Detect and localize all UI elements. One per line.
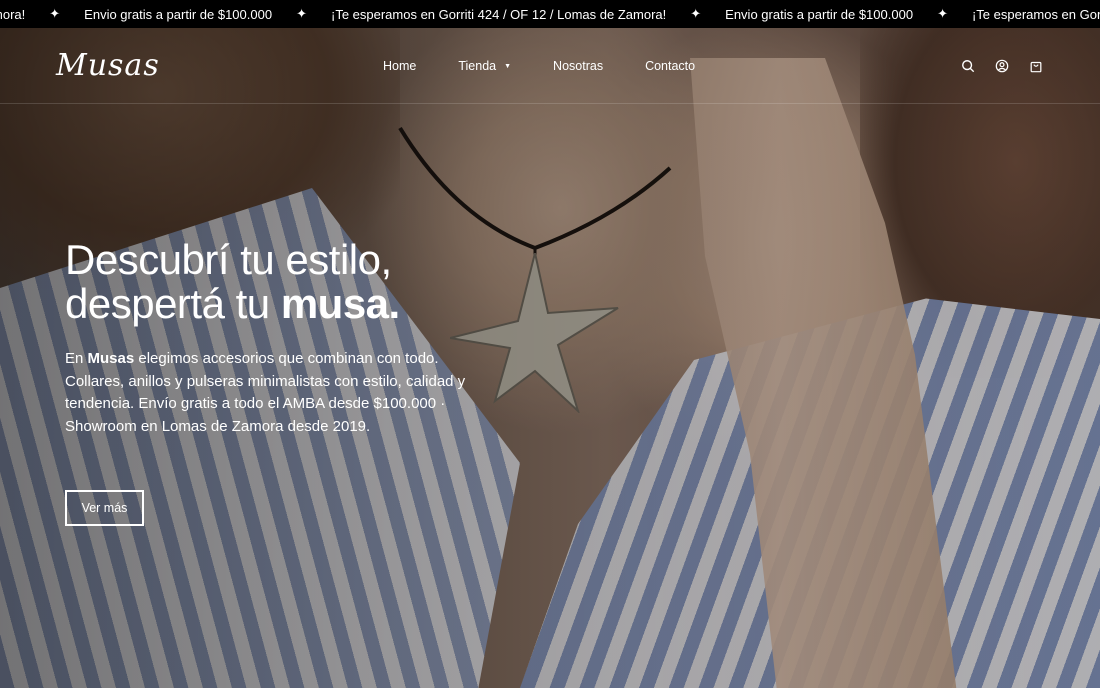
announcement-item: Envio gratis a partir de $100.000 ✦ <box>84 6 331 22</box>
logo[interactable]: Musas <box>56 42 159 90</box>
sparkle-icon: ✦ <box>296 6 307 21</box>
nav-tienda[interactable]: Tienda ▼ <box>458 59 511 73</box>
nav-nosotras[interactable]: Nosotras <box>553 59 603 73</box>
search-icon[interactable] <box>960 58 976 74</box>
sparkle-icon: ✦ <box>690 6 702 21</box>
hero-content: Descubrí tu estilo, despertá tu musa. En… <box>65 238 505 438</box>
header-actions <box>942 28 1044 104</box>
hero-headline: Descubrí tu estilo, despertá tu musa. <box>65 236 400 327</box>
announcement-track: ¡Te esperamos en Gorriti 424 / OF 12 / L… <box>0 0 1100 28</box>
main-nav: Home Tienda ▼ Nosotras Contacto <box>383 28 737 104</box>
site-header: Musas Home Tienda ▼ Nosotras Contacto <box>0 28 1100 104</box>
sparkle-icon: ✦ <box>49 6 61 21</box>
cart-icon[interactable] <box>1028 58 1044 74</box>
account-icon[interactable] <box>994 58 1010 74</box>
nav-contacto[interactable]: Contacto <box>645 59 695 73</box>
hero-description: En Musas elegimos accesorios que combina… <box>65 350 466 435</box>
announcement-item: ¡Te esperamos en Gorriti 424 / OF 12 / L… <box>331 6 725 22</box>
announcement-bar: ¡Te esperamos en Gorriti 424 / OF 12 / L… <box>0 0 1100 28</box>
announcement-item: Envio gratis a partir de $100.000 ✦ <box>725 6 972 22</box>
caret-down-icon: ▼ <box>504 62 512 70</box>
nav-home[interactable]: Home <box>383 59 416 73</box>
sparkle-icon: ✦ <box>937 6 948 21</box>
announcement-item: ¡Te esperamos en Gorriti 424 / OF 12 / L… <box>0 6 84 22</box>
announcement-item: ¡Te esperamos en Gorriti 424 / OF 12 / L… <box>971 6 1100 22</box>
ver-mas-button[interactable]: Ver más <box>65 490 144 526</box>
